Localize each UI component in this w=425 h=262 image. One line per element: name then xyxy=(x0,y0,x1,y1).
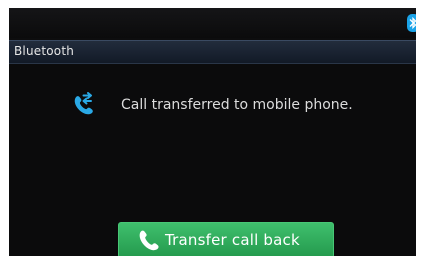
title-bar: Bluetooth xyxy=(9,40,416,64)
transfer-call-back-button[interactable]: Transfer call back xyxy=(118,222,334,256)
phone-icon xyxy=(139,230,159,251)
page-title: Bluetooth xyxy=(14,44,75,58)
bluetooth-screen: Bluetooth Call transferred to mobile pho… xyxy=(9,8,416,256)
status-bar xyxy=(9,8,416,38)
bluetooth-icon xyxy=(407,14,416,32)
content-area: Call transferred to mobile phone. Transf… xyxy=(9,64,416,256)
transfer-call-back-label: Transfer call back xyxy=(165,231,300,249)
call-transfer-icon xyxy=(74,92,93,115)
message-text: Call transferred to mobile phone. xyxy=(121,97,353,113)
